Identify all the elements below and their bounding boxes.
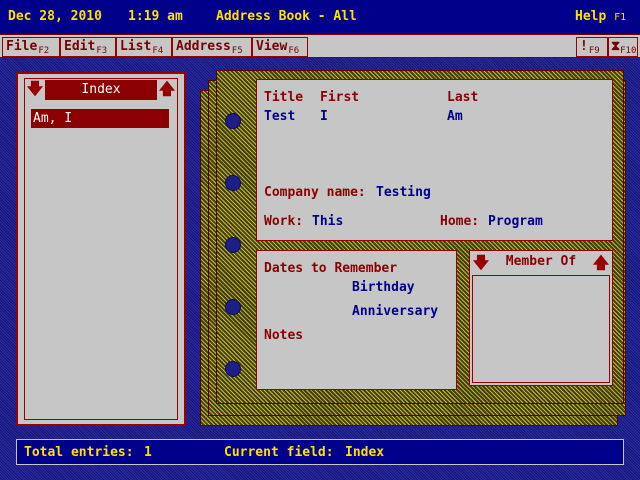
- dates-card: Dates to Remember Birthday Anniversary N…: [256, 250, 457, 390]
- time-display: 1:19 am: [128, 9, 183, 24]
- binder-hole-icon: [225, 361, 241, 377]
- index-title: Index: [45, 80, 157, 100]
- hourglass-icon: ⧗: [611, 39, 621, 54]
- first-name-field[interactable]: I: [320, 109, 328, 124]
- binder-hole-icon: [225, 237, 241, 253]
- anniversary-field[interactable]: Anniversary: [352, 304, 438, 319]
- help-button[interactable]: Help F1: [575, 9, 626, 24]
- menu-address-key: F5: [231, 46, 243, 56]
- arrow-down-icon[interactable]: 🡇: [26, 80, 44, 98]
- total-entries-label: Total entries:: [24, 445, 134, 460]
- home-phone-field[interactable]: Program: [488, 214, 543, 229]
- arrow-up-icon[interactable]: 🡅: [158, 80, 176, 98]
- status-bar: Total entries: 1 Current field: Index: [16, 439, 624, 465]
- notes-label[interactable]: Notes: [264, 328, 303, 343]
- arrow-down-icon[interactable]: 🡇: [472, 254, 490, 272]
- menu-view[interactable]: ViewF6: [252, 37, 308, 57]
- member-of-list[interactable]: [472, 275, 610, 383]
- company-field[interactable]: Testing: [376, 185, 431, 200]
- help-key: F1: [614, 12, 627, 23]
- menu-address[interactable]: AddressF5: [172, 37, 252, 57]
- contact-card: Title First Last Test I Am Company name:…: [256, 79, 613, 241]
- menu-file-label: File: [6, 39, 38, 54]
- current-field-value: Index: [345, 445, 385, 460]
- work-phone-field[interactable]: This: [312, 214, 343, 229]
- menu-exit[interactable]: ⧗F10: [608, 37, 638, 57]
- work-label: Work:: [264, 214, 304, 229]
- alert-icon: !: [580, 39, 588, 54]
- date-display: Dec 28, 2010: [8, 9, 102, 24]
- binder-hole-icon: [225, 299, 241, 315]
- menu-alert-key: F9: [588, 46, 600, 56]
- last-name-field[interactable]: Am: [447, 109, 463, 124]
- menu-view-label: View: [256, 39, 288, 54]
- menu-list-key: F4: [152, 46, 164, 56]
- last-label: Last: [447, 90, 479, 105]
- menu-view-key: F6: [288, 46, 300, 56]
- menu-bar: FileF2 EditF3 ListF4 AddressF5 ViewF6 !F…: [0, 34, 640, 58]
- index-panel: 🡇 Index 🡅 Am, I: [16, 72, 186, 426]
- menu-list[interactable]: ListF4: [116, 37, 172, 57]
- menu-file[interactable]: FileF2: [2, 37, 60, 57]
- home-label: Home:: [440, 214, 480, 229]
- title-label: Title: [264, 90, 304, 105]
- menu-edit-key: F3: [96, 46, 108, 56]
- dates-section-label: Dates to Remember: [264, 261, 398, 276]
- arrow-up-icon[interactable]: 🡅: [592, 254, 610, 272]
- menu-address-label: Address: [176, 39, 231, 54]
- menu-file-key: F2: [38, 46, 50, 56]
- menu-list-label: List: [120, 39, 152, 54]
- index-list-frame: 🡇 Index 🡅 Am, I: [24, 78, 178, 420]
- total-entries-value: 1: [144, 445, 152, 460]
- index-entry-selected[interactable]: Am, I: [31, 109, 169, 128]
- index-header: 🡇 Index 🡅: [25, 79, 177, 101]
- title-field[interactable]: Test: [264, 109, 295, 124]
- window-title: Address Book - All: [216, 9, 357, 24]
- member-of-panel: 🡇 Member Of 🡅: [469, 250, 613, 386]
- help-label: Help: [575, 9, 607, 24]
- binder-hole-icon: [225, 175, 241, 191]
- member-of-title: Member Of: [505, 254, 577, 269]
- menu-alert[interactable]: !F9: [576, 37, 608, 57]
- first-label: First: [320, 90, 360, 105]
- current-field-label: Current field:: [224, 445, 334, 460]
- company-label: Company name:: [264, 185, 366, 200]
- menu-edit-label: Edit: [64, 39, 96, 54]
- title-bar: Dec 28, 2010 1:19 am Address Book - All …: [0, 0, 640, 34]
- menu-edit[interactable]: EditF3: [60, 37, 116, 57]
- binder-hole-icon: [225, 113, 241, 129]
- birthday-field[interactable]: Birthday: [352, 280, 415, 295]
- menu-exit-key: F10: [620, 46, 637, 56]
